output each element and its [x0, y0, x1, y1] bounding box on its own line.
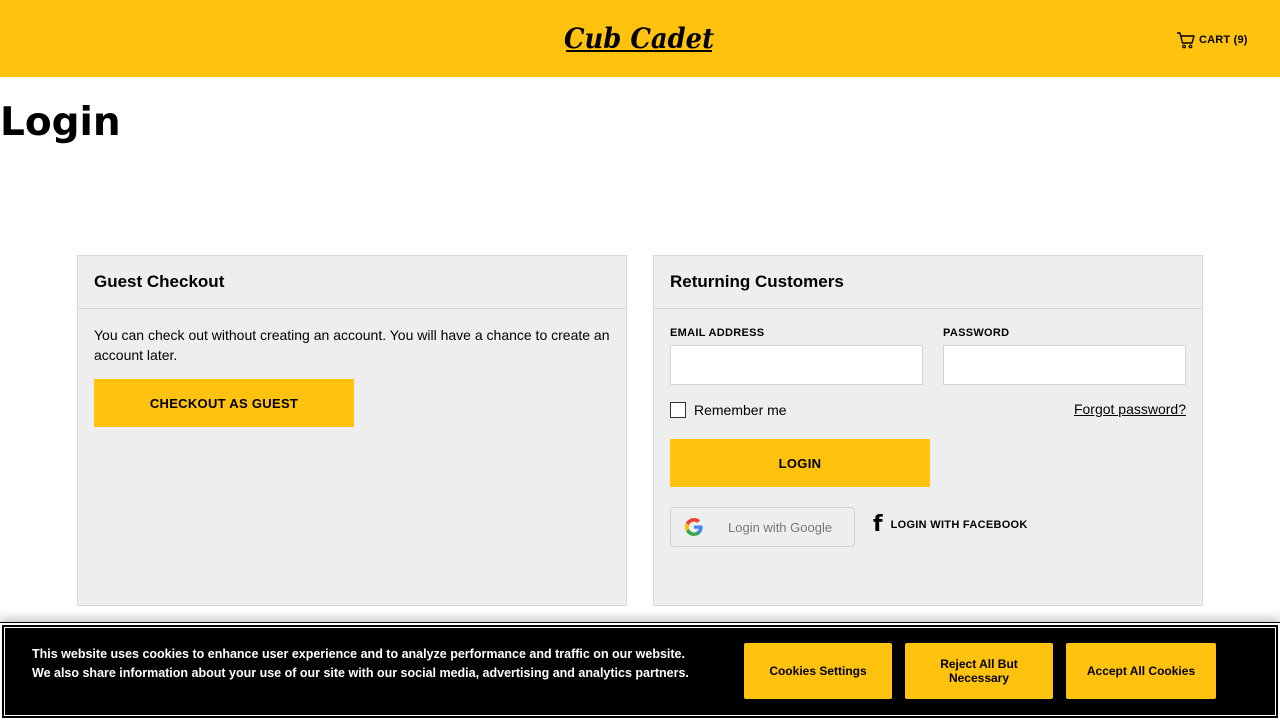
- svg-text:Cub Cadet: Cub Cadet: [564, 22, 714, 54]
- cookie-consent-banner: This website uses cookies to enhance use…: [0, 622, 1280, 720]
- cart-link[interactable]: CART (9): [1176, 30, 1248, 50]
- cub-cadet-logo[interactable]: Cub Cadet: [562, 22, 718, 54]
- password-label: PASSWORD: [943, 327, 1010, 339]
- guest-checkout-description: You can check out without creating an ac…: [94, 327, 610, 363]
- cookie-consent-text: This website uses cookies to enhance use…: [32, 647, 689, 680]
- login-with-facebook-button[interactable]: f LOGIN WITH FACEBOOK: [873, 512, 1028, 537]
- cart-label: CART (9): [1199, 34, 1248, 46]
- returning-customers-heading: Returning Customers: [654, 256, 1202, 309]
- facebook-login-label: LOGIN WITH FACEBOOK: [890, 519, 1028, 531]
- reject-all-but-necessary-button[interactable]: Reject All But Necessary: [905, 643, 1053, 699]
- accept-all-cookies-button[interactable]: Accept All Cookies: [1066, 643, 1216, 699]
- returning-customers-panel: Returning Customers EMAIL ADDRESS PASSWO…: [653, 255, 1203, 606]
- guest-checkout-panel: Guest Checkout You can check out without…: [77, 255, 627, 606]
- login-with-google-button[interactable]: Login with Google: [670, 507, 855, 547]
- facebook-icon: f: [873, 512, 883, 537]
- password-field[interactable]: [943, 345, 1186, 385]
- page-title: Login: [0, 100, 121, 145]
- remember-me[interactable]: Remember me: [670, 402, 787, 418]
- cookies-settings-button[interactable]: Cookies Settings: [744, 643, 892, 699]
- forgot-password-link[interactable]: Forgot password?: [1074, 401, 1186, 417]
- site-header: Cub Cadet CART (9): [0, 0, 1280, 77]
- email-field[interactable]: [670, 345, 923, 385]
- login-button[interactable]: LOGIN: [670, 439, 930, 487]
- email-label: EMAIL ADDRESS: [670, 327, 765, 339]
- cart-icon: [1177, 32, 1195, 49]
- google-login-label: Login with Google: [728, 519, 833, 535]
- guest-checkout-heading: Guest Checkout: [78, 256, 626, 309]
- remember-me-checkbox[interactable]: [670, 402, 686, 418]
- google-icon: [685, 518, 703, 536]
- remember-me-label: Remember me: [694, 402, 787, 418]
- checkout-as-guest-button[interactable]: CHECKOUT AS GUEST: [94, 379, 354, 427]
